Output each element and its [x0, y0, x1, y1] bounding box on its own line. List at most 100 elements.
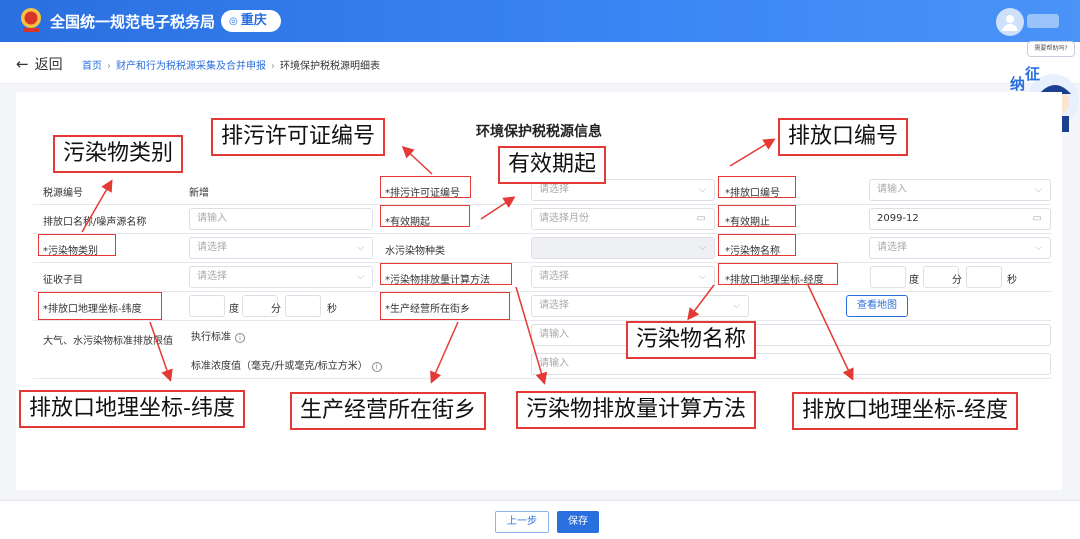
calc-method-placeholder: 请选择	[539, 271, 569, 282]
label-collection-item: 征收子目	[43, 275, 83, 286]
breadcrumb-separator: ›	[107, 61, 111, 72]
water-pollutant-type-select[interactable]: ⌵	[531, 237, 715, 259]
concentration-input[interactable]: 请输入	[531, 353, 1051, 375]
breadcrumb-property-tax[interactable]: 财产和行为税税源采集及合并申报	[116, 61, 266, 72]
breadcrumb-home[interactable]: 首页	[82, 61, 102, 72]
standard-placeholder: 请输入	[539, 329, 569, 340]
label-valid-to: *有效期止	[725, 217, 770, 228]
latitude-second-unit: 秒	[327, 304, 337, 315]
callout-calc-method: 污染物排放量计算方法	[516, 391, 757, 429]
site-title[interactable]: 全国统一规范电子税务局	[50, 11, 215, 32]
label-water-pollutant-type: 水污染物种类	[385, 246, 445, 257]
calc-method-select[interactable]: 请选择 ⌵	[531, 266, 715, 288]
form-row: *排放口地理坐标-纬度 度 分 秒 *生产经营所在街乡 请选择 ⌵ 查看地图	[33, 292, 1051, 321]
label-valid-from: *有效期起	[385, 217, 430, 228]
info-icon[interactable]: i	[235, 333, 245, 343]
callout-permit-no: 排污许可证编号	[211, 118, 386, 156]
previous-step-button[interactable]: 上一步	[495, 511, 549, 533]
label-standard: 执行标准 i	[191, 328, 245, 343]
collection-item-select[interactable]: 请选择 ⌵	[189, 266, 373, 288]
help-char-2: 纳	[1010, 75, 1026, 93]
source-no-value: 新增	[189, 188, 209, 199]
help-char-1: 征	[1025, 65, 1041, 83]
region-selector[interactable]: ◎ 重庆	[221, 10, 281, 32]
form-row: 大气、水污染物标准排放限值 执行标准 i 请输入 标准浓度值（毫克/升或毫克/标立…	[33, 321, 1051, 379]
latitude-second-input[interactable]	[285, 295, 321, 317]
outlet-no-placeholder: 请输入	[877, 184, 907, 195]
nav-row: ← 返回 首页 › 财产和行为税税源采集及合并申报 › 环境保护税税源明细表	[0, 42, 1080, 84]
latitude-degree-unit: 度	[229, 304, 239, 315]
label-outlet-no: *排放口编号	[725, 188, 780, 199]
longitude-second-input[interactable]	[966, 266, 1002, 288]
label-pollutant-category: *污染物类别	[43, 246, 98, 257]
outlet-no-input[interactable]: 请输入 ⌵	[869, 179, 1051, 201]
chevron-down-icon: ⌵	[1035, 243, 1042, 253]
breadcrumb-separator: ›	[271, 61, 275, 72]
chevron-down-icon: ⌵	[357, 272, 364, 282]
label-concentration: 标准浓度值（毫克/升或毫克/标立方米） i	[191, 357, 382, 372]
tax-emblem-icon	[21, 8, 41, 32]
chevron-down-icon: ⌵	[357, 243, 364, 253]
longitude-second-unit: 秒	[1007, 275, 1017, 286]
callout-longitude: 排放口地理坐标-经度	[792, 392, 1018, 430]
collection-item-placeholder: 请选择	[197, 271, 227, 282]
avatar[interactable]	[996, 8, 1024, 36]
form-grid: 税源编号 新增 *排污许可证编号 请选择 ⌵ *排放口编号 请输入 ⌵ 排放口名称/…	[33, 176, 1051, 379]
chevron-down-icon: ⌵	[699, 243, 706, 253]
callout-pollutant-category: 污染物类别	[53, 135, 184, 173]
longitude-degree-unit: 度	[909, 275, 919, 286]
label-pollutant-name: *污染物名称	[725, 246, 780, 257]
label-street: *生产经营所在街乡	[385, 304, 470, 315]
street-select[interactable]: 请选择 ⌵	[531, 295, 749, 317]
pollutant-category-placeholder: 请选择	[197, 242, 227, 253]
help-bubble[interactable]: 需要帮助吗?	[1027, 41, 1075, 57]
callout-latitude: 排放口地理坐标-纬度	[19, 390, 245, 428]
label-permit-no: *排污许可证编号	[385, 188, 460, 199]
form-row: 征收子目 请选择 ⌵ *污染物排放量计算方法 请选择 ⌵ *排放口地理坐标-经度 度…	[33, 263, 1051, 292]
label-emission-limit: 大气、水污染物标准排放限值	[43, 336, 173, 347]
calendar-icon: ▭	[696, 213, 706, 224]
pollutant-category-select[interactable]: 请选择 ⌵	[189, 237, 373, 259]
view-map-button[interactable]: 查看地图	[846, 295, 908, 317]
valid-from-picker[interactable]: 请选择月份 ▭	[531, 208, 715, 230]
breadcrumb: 首页 › 财产和行为税税源采集及合并申报 › 环境保护税税源明细表	[82, 57, 380, 72]
valid-to-value: 2099-12	[877, 213, 919, 224]
standard-label-text: 执行标准	[191, 332, 231, 343]
outlet-name-input[interactable]: 请输入	[189, 208, 373, 230]
breadcrumb-current: 环境保护税税源明细表	[280, 61, 380, 72]
info-icon[interactable]: i	[371, 362, 382, 372]
label-calc-method: *污染物排放量计算方法	[385, 275, 490, 286]
chevron-down-icon: ⌵	[699, 185, 706, 195]
user-name-blurred[interactable]	[1027, 14, 1059, 28]
latitude-degree-input[interactable]	[189, 295, 225, 317]
label-latitude: *排放口地理坐标-纬度	[43, 304, 142, 315]
longitude-minute-unit: 分	[952, 275, 962, 286]
region-label: 重庆	[240, 13, 267, 28]
concentration-label-text: 标准浓度值（毫克/升或毫克/标立方米）	[191, 361, 368, 372]
chevron-down-icon: ⌵	[699, 272, 706, 282]
label-outlet-name: 排放口名称/噪声源名称	[43, 217, 147, 228]
form-row: *污染物类别 请选择 ⌵ 水污染物种类 ⌵ *污染物名称 请选择 ⌵	[33, 234, 1051, 263]
callout-valid-from: 有效期起	[498, 146, 607, 184]
latitude-minute-unit: 分	[271, 304, 281, 315]
outlet-name-placeholder: 请输入	[197, 213, 227, 224]
concentration-placeholder: 请输入	[539, 358, 569, 369]
valid-to-picker[interactable]: 2099-12 ▭	[869, 208, 1051, 230]
valid-from-placeholder: 请选择月份	[539, 213, 589, 224]
label-longitude: *排放口地理坐标-经度	[725, 275, 824, 286]
location-pin-icon: ◎	[229, 16, 238, 27]
save-button[interactable]: 保存	[557, 511, 599, 533]
user-icon	[1002, 15, 1018, 31]
footer-bar: 上一步 保存	[0, 500, 1080, 539]
callout-outlet-no: 排放口编号	[778, 118, 909, 156]
permit-no-placeholder: 请选择	[539, 184, 569, 195]
pollutant-name-select[interactable]: 请选择 ⌵	[869, 237, 1051, 259]
form-row: 排放口名称/噪声源名称 请输入 *有效期起 请选择月份 ▭ *有效期止 2099-…	[33, 205, 1051, 234]
longitude-degree-input[interactable]	[870, 266, 906, 288]
arrow-left-icon: ←	[16, 55, 29, 73]
calendar-icon: ▭	[1032, 213, 1042, 224]
standard-input[interactable]: 请输入	[531, 324, 1051, 346]
chevron-down-icon: ⌵	[1035, 185, 1042, 195]
label-source-no: 税源编号	[43, 188, 83, 199]
back-button[interactable]: ← 返回	[16, 54, 63, 74]
